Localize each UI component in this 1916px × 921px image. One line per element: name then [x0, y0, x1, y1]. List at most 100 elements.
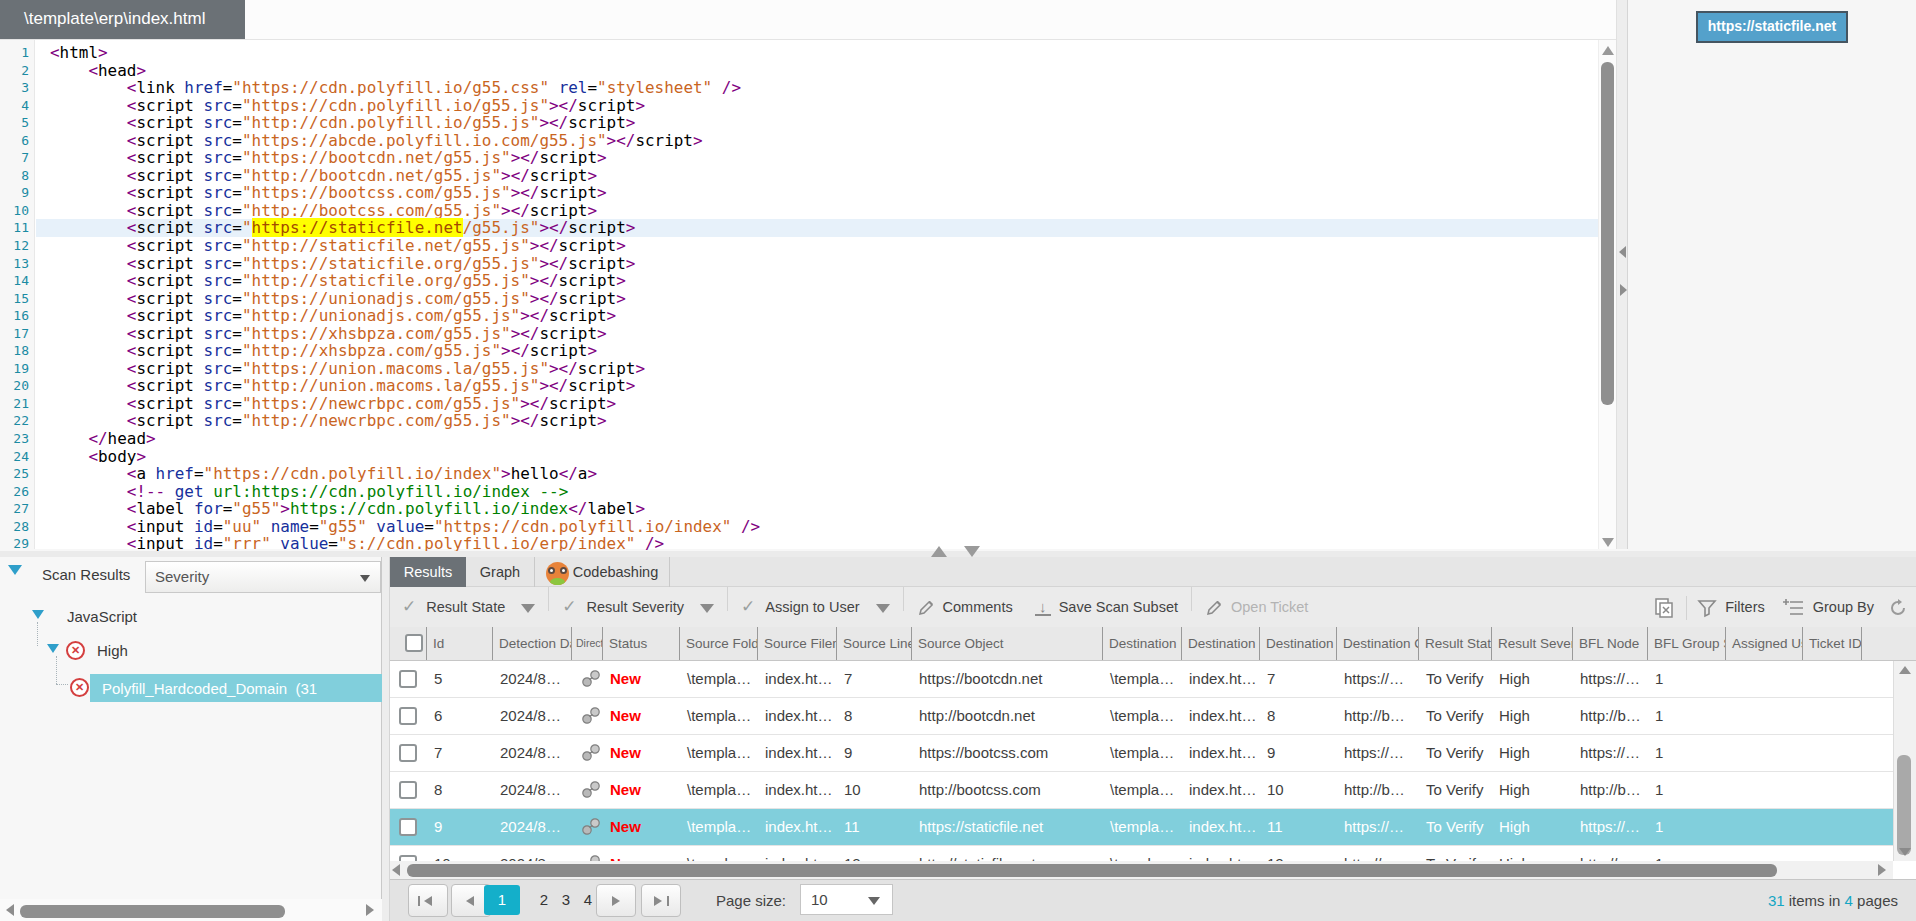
refresh-icon[interactable]: [1888, 598, 1908, 618]
pager-last-button[interactable]: [641, 884, 681, 917]
cell-checkbox[interactable]: [390, 772, 427, 808]
group-by-icon[interactable]: [1783, 598, 1805, 618]
toolbar-button-assign-to-user[interactable]: ✓Assign to User: [730, 587, 901, 627]
row-checkbox[interactable]: [399, 744, 417, 762]
vertical-splitter[interactable]: [1616, 0, 1628, 549]
code-line-27[interactable]: 27 <label for="g55">https://cdn.polyfill…: [0, 500, 1598, 518]
tab-results[interactable]: Results: [390, 557, 466, 587]
results-hscrollbar-thumb[interactable]: [407, 864, 1777, 877]
tree-expander-icon[interactable]: [32, 610, 44, 619]
column-header-source-line[interactable]: Source Line: [837, 627, 912, 660]
pager-page-1[interactable]: 1: [484, 885, 520, 915]
column-header-source-filename[interactable]: Source Filename: [758, 627, 837, 660]
column-header-result-severity[interactable]: Result Severity: [1492, 627, 1573, 660]
toolbar-button-comments[interactable]: Comments: [906, 587, 1024, 627]
pager-page-3[interactable]: 3: [555, 885, 577, 915]
column-header-bfl-group-size[interactable]: BFL Group Size: [1648, 627, 1726, 660]
cell-checkbox[interactable]: [390, 735, 427, 771]
bottom-panel-divider[interactable]: [382, 557, 390, 921]
code-scrollbar-thumb[interactable]: [1601, 62, 1614, 405]
results-scroll-down-icon[interactable]: [1899, 848, 1911, 856]
page-size-dropdown[interactable]: 10: [800, 884, 893, 915]
code-line-2[interactable]: 2 <head>: [0, 62, 1598, 80]
code-line-13[interactable]: 13 <script src="https://staticfile.org/g…: [0, 255, 1598, 273]
code-line-19[interactable]: 19 <script src="https://union.macoms.la/…: [0, 360, 1598, 378]
results-scroll-right-icon[interactable]: [1878, 864, 1886, 876]
column-header-source-object[interactable]: Source Object: [912, 627, 1103, 660]
severity-filter-dropdown[interactable]: Severity: [145, 561, 381, 593]
splitter-collapse-left-icon[interactable]: [1619, 246, 1626, 258]
column-header-source-folder[interactable]: Source Folder: [680, 627, 758, 660]
row-checkbox[interactable]: [399, 781, 417, 799]
code-line-4[interactable]: 4 <script src="https://cdn.polyfill.io/g…: [0, 97, 1598, 115]
code-line-16[interactable]: 16 <script src="http://unionadjs.com/g55…: [0, 307, 1598, 325]
column-header-assigned-user[interactable]: Assigned User: [1726, 627, 1803, 660]
code-line-17[interactable]: 17 <script src="https://xhsbpza.com/g55.…: [0, 325, 1598, 343]
toolbar-button-save-scan-subset[interactable]: ↓Save Scan Subset: [1024, 587, 1189, 627]
splitter-collapse-down-icon[interactable]: [964, 546, 980, 557]
code-line-6[interactable]: 6 <script src="https://abcde.polyfill.io…: [0, 132, 1598, 150]
column-header-ticket-id[interactable]: Ticket ID: [1803, 627, 1862, 660]
column-header-bfl-node[interactable]: BFL Node: [1573, 627, 1648, 660]
code-line-20[interactable]: 20 <script src="http://union.macoms.la/g…: [0, 377, 1598, 395]
code-line-8[interactable]: 8 <script src="http://bootcdn.net/g55.js…: [0, 167, 1598, 185]
tree-scroll-right-icon[interactable]: [366, 904, 374, 916]
results-scroll-left-icon[interactable]: [392, 864, 400, 876]
code-line-22[interactable]: 22 <script src="http://newcrbpc.com/g55.…: [0, 412, 1598, 430]
tab-codebashing[interactable]: Codebashing: [535, 557, 670, 587]
code-line-24[interactable]: 24 <body>: [0, 448, 1598, 466]
splitter-collapse-right-icon[interactable]: [1620, 284, 1627, 296]
pager-page-2[interactable]: 2: [533, 885, 555, 915]
column-header-checkbox[interactable]: [390, 627, 427, 660]
select-all-checkbox[interactable]: [405, 634, 423, 652]
cell-checkbox[interactable]: [390, 698, 427, 734]
code-line-9[interactable]: 9 <script src="https://bootcss.com/g55.j…: [0, 184, 1598, 202]
results-vscrollbar-thumb[interactable]: [1897, 755, 1911, 855]
column-header-result-state[interactable]: Result State: [1419, 627, 1492, 660]
column-header-destination-filename[interactable]: Destination Filename: [1182, 627, 1260, 660]
column-header-detection-date[interactable]: Detection Date: [493, 627, 572, 660]
toolbar-button-result-state[interactable]: ✓Result State: [391, 587, 546, 627]
code-line-11[interactable]: 11 <script src="https://staticfile.net/g…: [0, 219, 1598, 237]
tree-item-javascript[interactable]: JavaScript: [67, 608, 137, 625]
scroll-down-icon[interactable]: [1602, 538, 1614, 547]
code-line-1[interactable]: 1<html>: [0, 44, 1598, 62]
tree-item-polyfill-hardcoded-domain[interactable]: Polyfill_Hardcoded_Domain (31: [102, 680, 317, 697]
column-header-destination-line[interactable]: Destination Line: [1260, 627, 1337, 660]
splitter-collapse-up-icon[interactable]: [931, 546, 947, 557]
tree-item-high[interactable]: High: [97, 642, 128, 659]
column-header-destination-folder[interactable]: Destination Folder: [1103, 627, 1182, 660]
table-row-8[interactable]: 82024/8…New\templa…index.ht…10http://boo…: [390, 772, 1893, 809]
file-tab[interactable]: \template\erp\index.html: [0, 0, 245, 39]
code-line-28[interactable]: 28 <input id="uu" name="g55" value="http…: [0, 518, 1598, 536]
code-line-21[interactable]: 21 <script src="https://newcrbpc.com/g55…: [0, 395, 1598, 413]
table-row-7[interactable]: 72024/8…New\templa…index.ht…9https://boo…: [390, 735, 1893, 772]
filters-funnel-icon[interactable]: [1697, 598, 1717, 618]
pager-first-button[interactable]: [408, 884, 448, 917]
column-header-id[interactable]: Id: [427, 627, 493, 660]
row-checkbox[interactable]: [399, 818, 417, 836]
tree-expander-icon[interactable]: [47, 644, 59, 653]
cell-checkbox[interactable]: [390, 809, 427, 845]
column-header-destination-object[interactable]: Destination Object: [1337, 627, 1419, 660]
code-line-14[interactable]: 14 <script src="http://staticfile.org/g5…: [0, 272, 1598, 290]
table-row-9[interactable]: 92024/8…New\templa…index.ht…11https://st…: [390, 809, 1893, 846]
tree-scrollbar-thumb[interactable]: [20, 905, 285, 918]
code-line-7[interactable]: 7 <script src="https://bootcdn.net/g55.j…: [0, 149, 1598, 167]
scroll-up-icon[interactable]: [1602, 46, 1614, 55]
export-icon[interactable]: [1652, 596, 1676, 620]
row-checkbox[interactable]: [399, 670, 417, 688]
code-line-25[interactable]: 25 <a href="https://cdn.polyfill.io/inde…: [0, 465, 1598, 483]
table-row-6[interactable]: 62024/8…New\templa…index.ht…8http://boot…: [390, 698, 1893, 735]
group-by-button[interactable]: Group By: [1813, 599, 1874, 615]
code-line-23[interactable]: 23 </head>: [0, 430, 1598, 448]
toolbar-button-result-severity[interactable]: ✓Result Severity: [551, 587, 725, 627]
toolbar-button-open-ticket[interactable]: Open Ticket: [1194, 587, 1319, 627]
row-checkbox[interactable]: [399, 707, 417, 725]
cell-checkbox[interactable]: [390, 846, 427, 861]
code-line-12[interactable]: 12 <script src="http://staticfile.net/g5…: [0, 237, 1598, 255]
cell-checkbox[interactable]: [390, 661, 427, 697]
code-line-26[interactable]: 26 <!-- get url:https://cdn.polyfill.io/…: [0, 483, 1598, 501]
code-line-3[interactable]: 3 <link href="https://cdn.polyfill.io/g5…: [0, 79, 1598, 97]
pager-next-button[interactable]: [596, 884, 636, 917]
